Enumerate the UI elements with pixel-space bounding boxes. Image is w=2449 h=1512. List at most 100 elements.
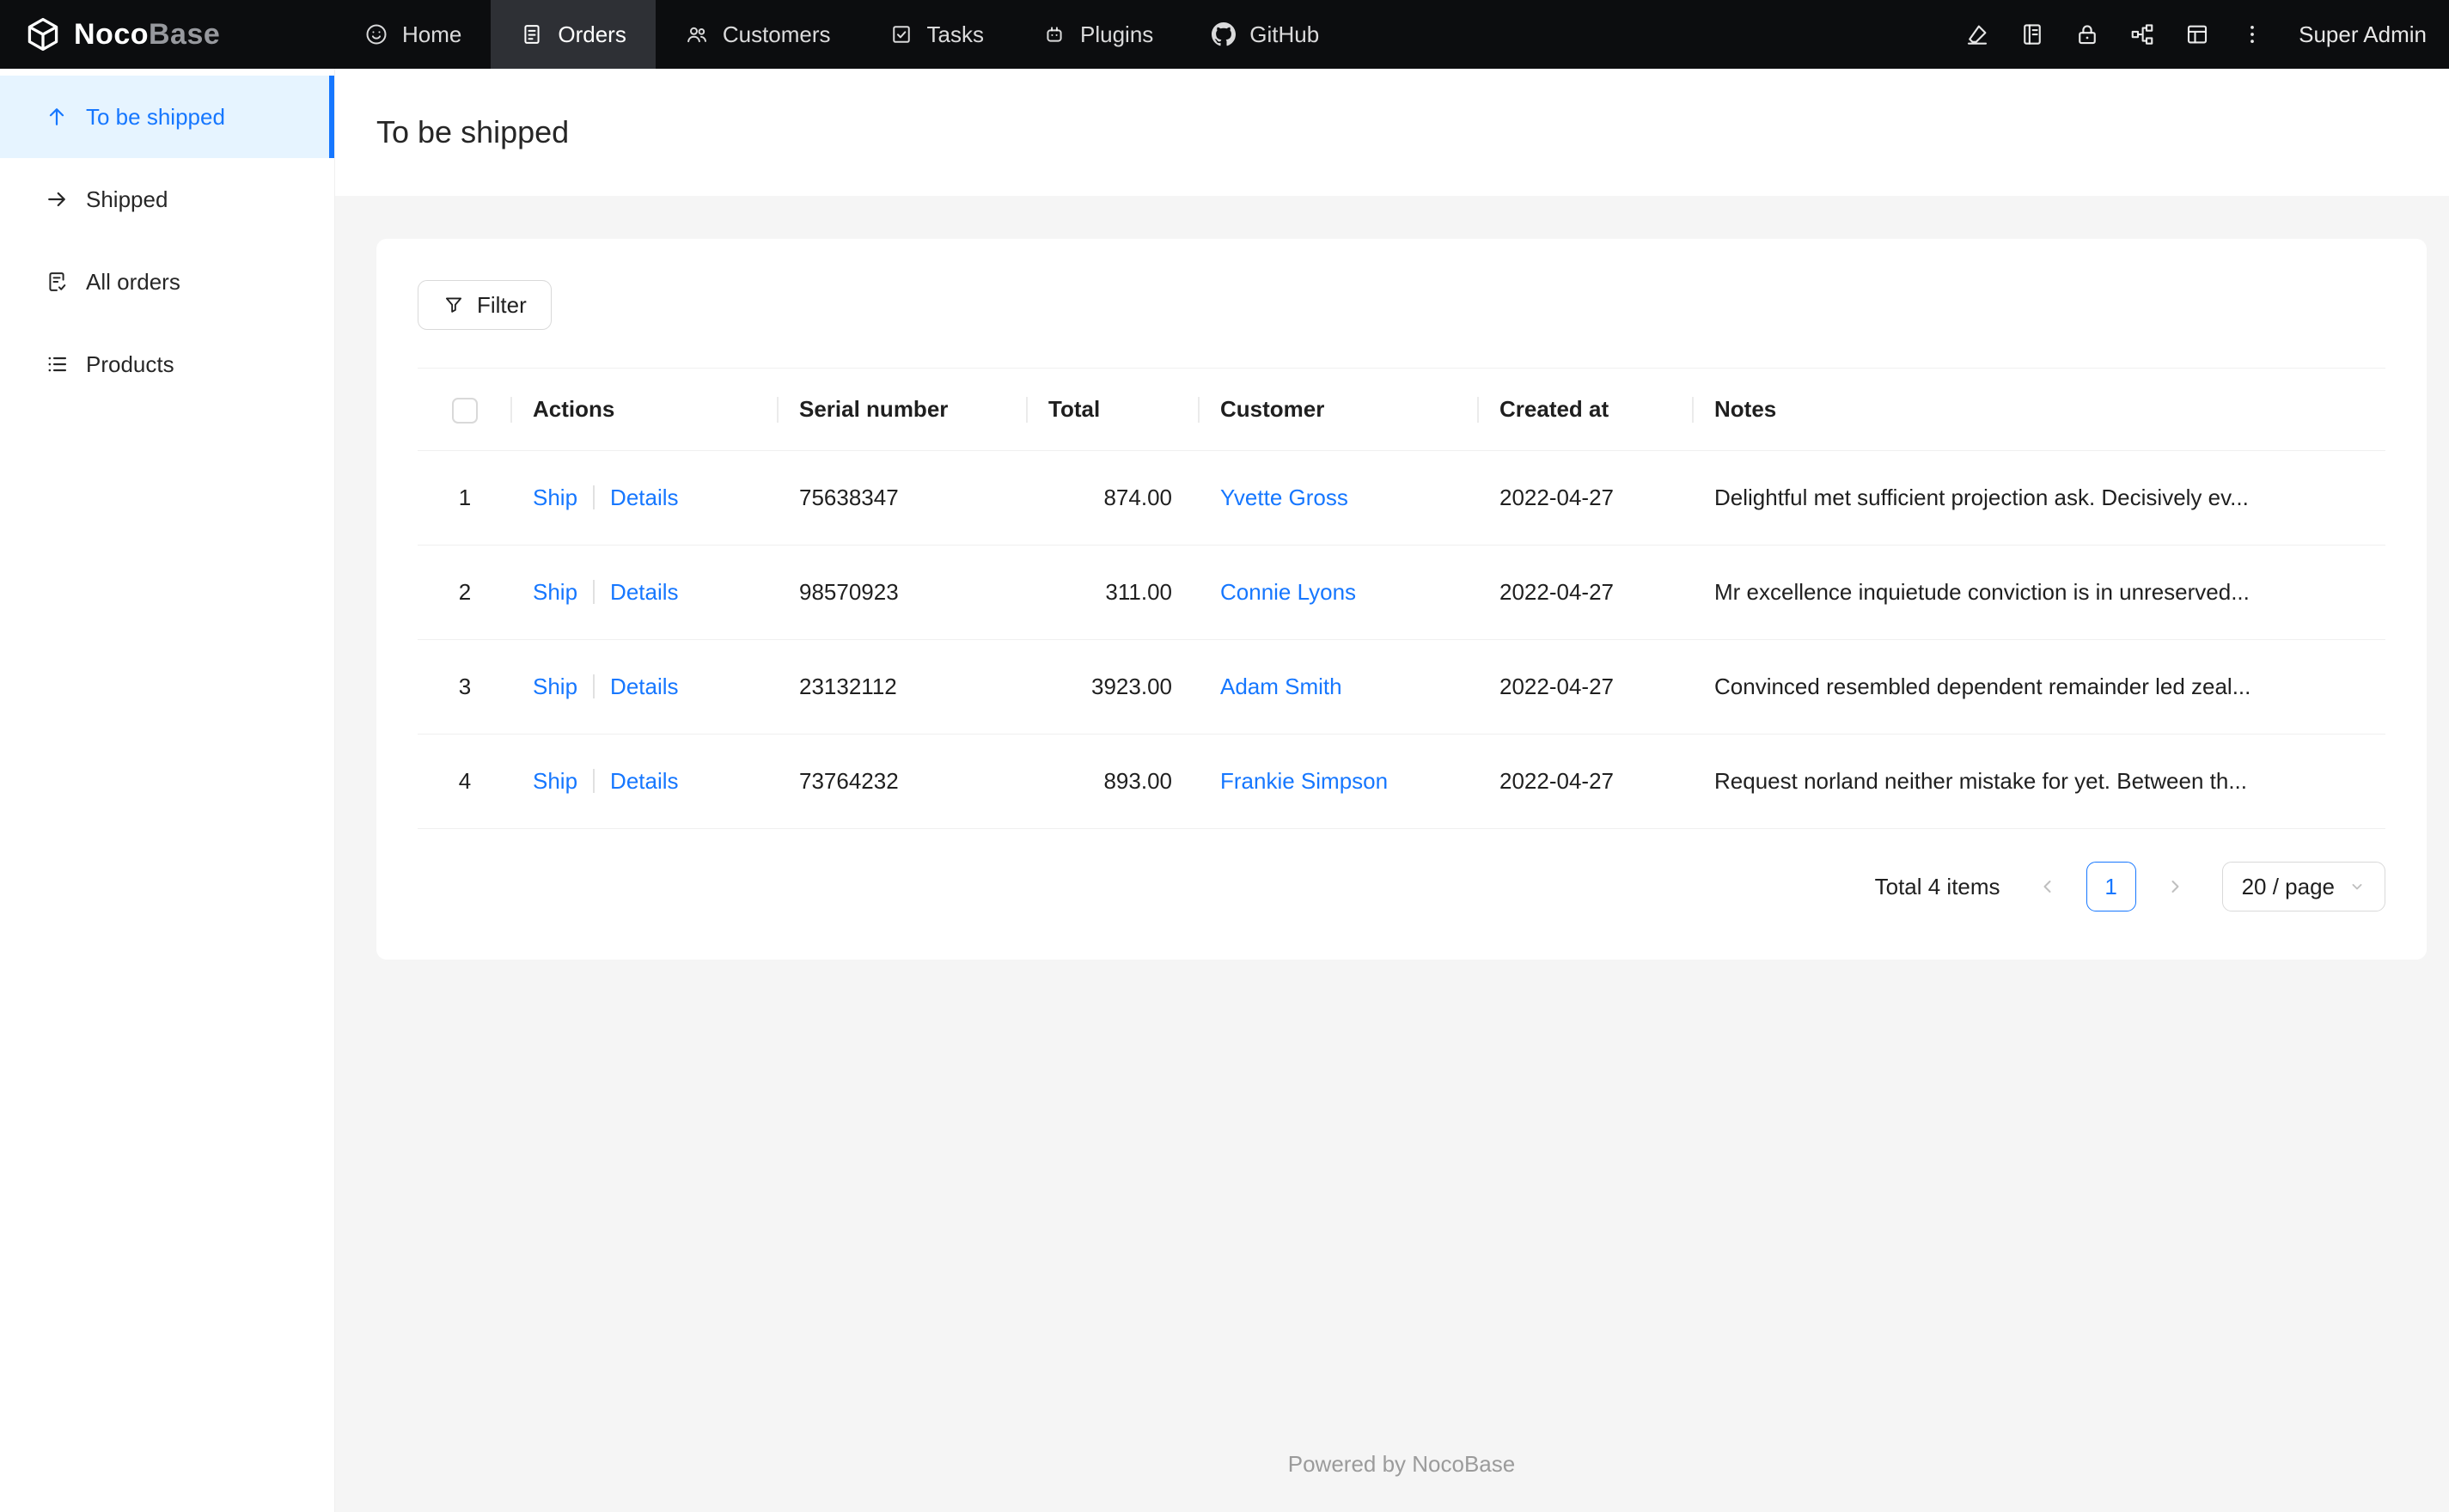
row-index: 2 xyxy=(418,545,512,640)
tab-github-label: GitHub xyxy=(1249,21,1320,47)
details-link[interactable]: Details xyxy=(610,485,678,510)
action-divider xyxy=(593,485,595,509)
customer-link[interactable]: Yvette Gross xyxy=(1220,485,1348,510)
pagination-prev-button[interactable] xyxy=(2023,862,2073,911)
layout-icon[interactable] xyxy=(2170,0,2225,69)
sidebar-item-to-be-shipped[interactable]: To be shipped xyxy=(0,76,334,158)
notes-cell: Convinced resembled dependent remainder … xyxy=(1694,639,2385,735)
ship-link[interactable]: Ship xyxy=(533,485,577,510)
tab-plugins-label: Plugins xyxy=(1080,21,1154,47)
column-header-total: Total xyxy=(1028,368,1200,451)
total-cell: 311.00 xyxy=(1028,545,1200,640)
tab-github[interactable]: GitHub xyxy=(1182,0,1348,69)
audit-icon xyxy=(43,270,70,294)
row-index: 1 xyxy=(418,450,512,546)
column-header-notes: Notes xyxy=(1694,368,2385,451)
notes-cell: Delightful met sufficient projection ask… xyxy=(1694,450,2385,546)
tab-tasks-label: Tasks xyxy=(926,21,984,47)
row-actions: Ship Details xyxy=(512,734,779,829)
lock-icon[interactable] xyxy=(2060,0,2115,69)
sidebar: To be shipped Shipped All orders Product… xyxy=(0,69,335,1512)
column-header-actions: Actions xyxy=(512,368,779,451)
pagination-page-1[interactable]: 1 xyxy=(2086,862,2136,911)
filter-button-label: Filter xyxy=(477,291,527,318)
logo-text: NocoBase xyxy=(74,17,221,51)
list-icon xyxy=(43,352,70,376)
order-icon xyxy=(520,22,544,46)
row-index: 4 xyxy=(418,734,512,829)
total-cell: 893.00 xyxy=(1028,734,1200,829)
table-row: 4 Ship Details 73764232 893.00 Frankie Si… xyxy=(418,734,2385,829)
table-row: 3 Ship Details 23132112 3923.00 Adam Smit… xyxy=(418,639,2385,735)
serial-cell: 73764232 xyxy=(779,734,1028,829)
customer-link[interactable]: Connie Lyons xyxy=(1220,579,1356,605)
filter-icon xyxy=(443,294,465,316)
sidebar-item-products[interactable]: Products xyxy=(0,323,334,405)
details-link[interactable]: Details xyxy=(610,579,678,605)
created-cell: 2022-04-27 xyxy=(1479,639,1694,735)
sidebar-item-label: Products xyxy=(86,351,174,377)
filter-button[interactable]: Filter xyxy=(418,280,552,330)
page-header: To be shipped xyxy=(335,69,2449,196)
table-row: 2 Ship Details 98570923 311.00 Connie Lyo… xyxy=(418,545,2385,640)
ship-link[interactable]: Ship xyxy=(533,674,577,699)
customer-link[interactable]: Adam Smith xyxy=(1220,674,1342,699)
powered-by-footer: Powered by NocoBase xyxy=(1287,1451,1516,1477)
user-menu[interactable]: Super Admin xyxy=(2299,21,2427,48)
arrow-right-icon xyxy=(43,187,70,211)
sidebar-item-label: Shipped xyxy=(86,186,168,212)
customer-link[interactable]: Frankie Simpson xyxy=(1220,768,1388,794)
nocobase-logo-icon xyxy=(24,15,62,53)
total-cell: 3923.00 xyxy=(1028,639,1200,735)
highlighter-icon[interactable] xyxy=(1950,0,2005,69)
serial-cell: 75638347 xyxy=(779,450,1028,546)
orders-table: Actions Serial number Total Customer Cre… xyxy=(418,368,2385,829)
column-header-customer: Customer xyxy=(1200,368,1479,451)
details-link[interactable]: Details xyxy=(610,674,678,699)
column-header-created: Created at xyxy=(1479,368,1694,451)
sidebar-item-label: All orders xyxy=(86,268,180,295)
row-actions: Ship Details xyxy=(512,639,779,735)
row-actions: Ship Details xyxy=(512,450,779,546)
serial-cell: 23132112 xyxy=(779,639,1028,735)
sidebar-item-label: To be shipped xyxy=(86,103,225,130)
sidebar-item-shipped[interactable]: Shipped xyxy=(0,158,334,241)
details-link[interactable]: Details xyxy=(610,768,678,794)
more-vertical-icon[interactable] xyxy=(2225,0,2280,69)
notes-cell: Request norland neither mistake for yet.… xyxy=(1694,734,2385,829)
tab-customers-label: Customers xyxy=(722,21,831,47)
tab-plugins[interactable]: Plugins xyxy=(1013,0,1182,69)
page-size-value: 20 / page xyxy=(2241,873,2335,899)
partition-icon[interactable] xyxy=(2115,0,2170,69)
sidebar-item-all-orders[interactable]: All orders xyxy=(0,241,334,323)
ship-link[interactable]: Ship xyxy=(533,579,577,605)
row-index: 3 xyxy=(418,639,512,735)
action-divider xyxy=(593,769,595,793)
nocobase-logo[interactable]: NocoBase xyxy=(0,0,335,69)
chevron-down-icon xyxy=(2348,878,2366,895)
action-divider xyxy=(593,674,595,698)
select-all-checkbox[interactable] xyxy=(452,397,478,424)
ship-link[interactable]: Ship xyxy=(533,768,577,794)
created-cell: 2022-04-27 xyxy=(1479,450,1694,546)
arrow-up-icon xyxy=(43,105,70,129)
book-icon[interactable] xyxy=(2005,0,2060,69)
plugin-icon xyxy=(1042,22,1066,46)
tab-home-label: Home xyxy=(402,21,462,47)
tab-orders[interactable]: Orders xyxy=(491,0,656,69)
pagination-next-button[interactable] xyxy=(2150,862,2200,911)
tab-tasks[interactable]: Tasks xyxy=(860,0,1013,69)
github-icon xyxy=(1212,22,1237,46)
main-area: To be shipped Filter Actions Serial numb… xyxy=(335,69,2449,1512)
check-square-icon xyxy=(889,22,913,46)
tab-home[interactable]: Home xyxy=(335,0,491,69)
page-title: To be shipped xyxy=(376,114,570,149)
page-size-select[interactable]: 20 / page xyxy=(2221,862,2385,911)
tab-customers[interactable]: Customers xyxy=(656,0,860,69)
table-row: 1 Ship Details 75638347 874.00 Yvette Gro… xyxy=(418,450,2385,546)
top-navbar: NocoBase Home Orders Customers Tasks Plu… xyxy=(0,0,2449,69)
team-icon xyxy=(685,22,709,46)
pagination-total: Total 4 items xyxy=(1874,873,2000,899)
navbar-actions: Super Admin xyxy=(1950,0,2449,69)
